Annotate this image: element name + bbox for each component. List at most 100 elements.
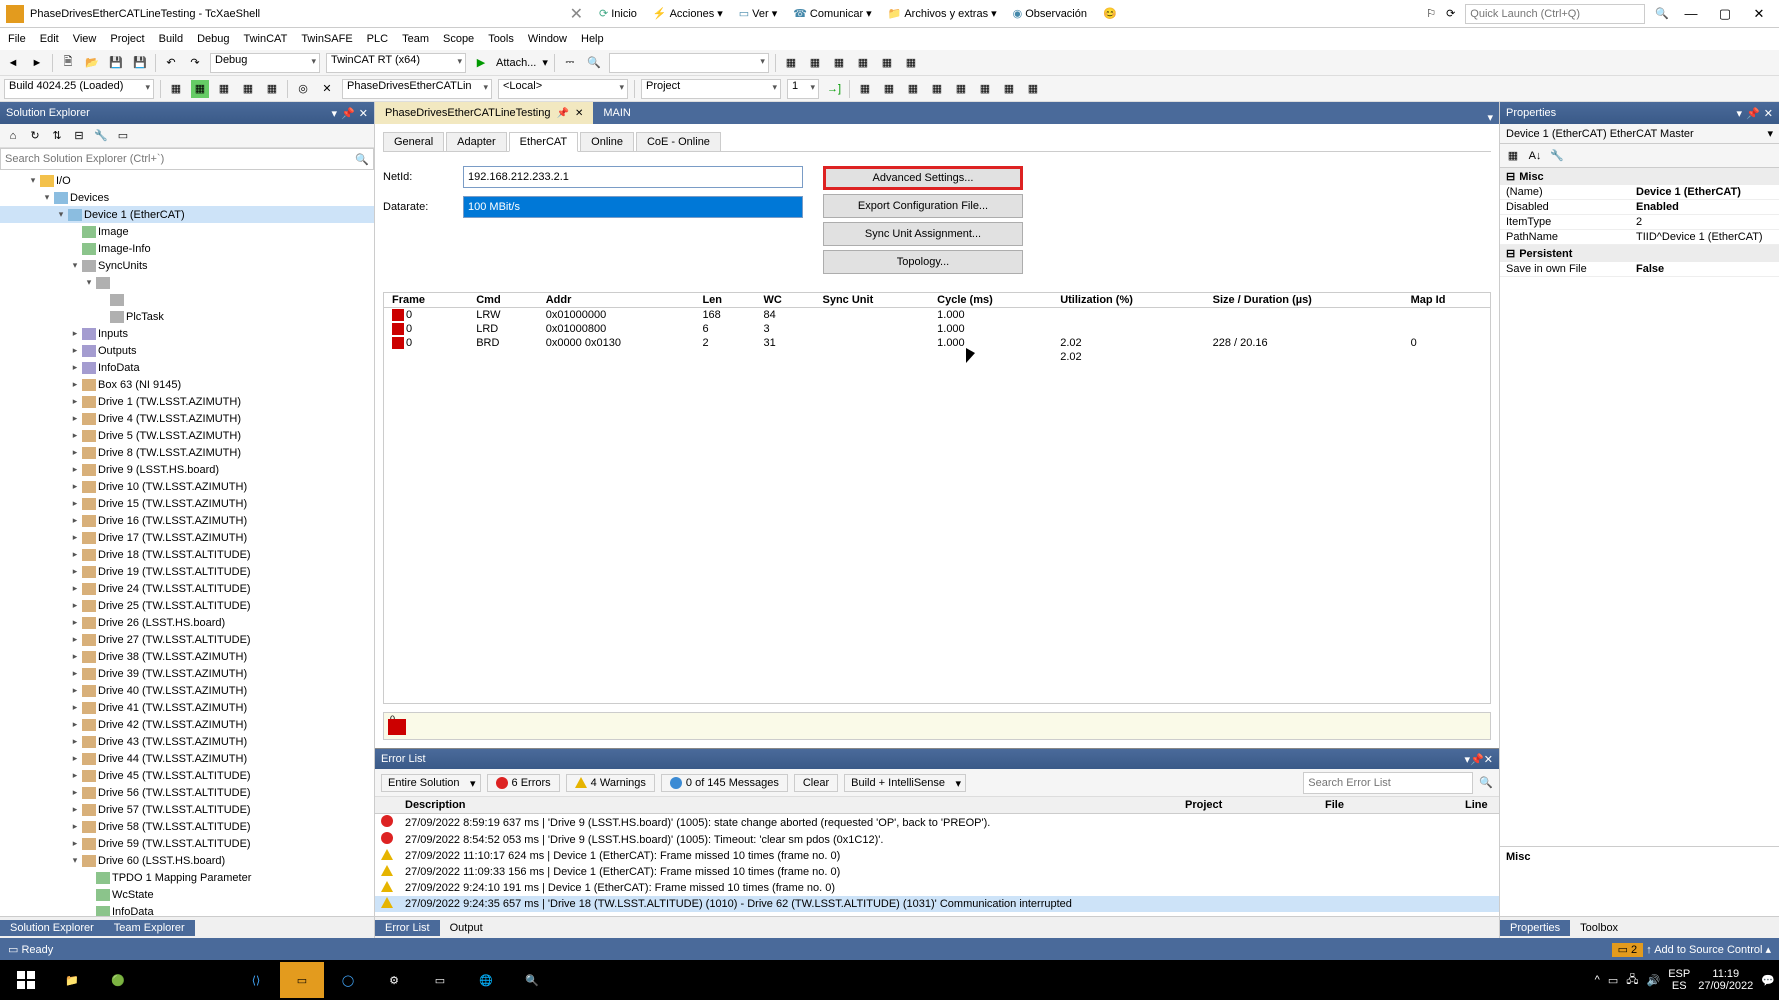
- sync-unit-button[interactable]: Sync Unit Assignment...: [823, 222, 1023, 246]
- step-c[interactable]: ▦: [904, 80, 922, 98]
- tree-node[interactable]: ▸Drive 57 (TW.LSST.ALTITUDE): [0, 801, 374, 818]
- menu-help[interactable]: Help: [581, 33, 604, 45]
- twincat-icon[interactable]: ▭: [280, 962, 324, 998]
- tree-node[interactable]: ▾SyncUnits: [0, 257, 374, 274]
- tree-node[interactable]: TPDO 1 Mapping Parameter: [0, 869, 374, 886]
- prop-cat-misc[interactable]: ⊟Misc: [1500, 168, 1779, 185]
- t2-g[interactable]: ✕: [318, 80, 336, 98]
- menu-view[interactable]: View: [73, 33, 97, 45]
- prop-alpha-icon[interactable]: A↓: [1526, 147, 1544, 165]
- se-prop-icon[interactable]: 🔧: [92, 127, 110, 145]
- tree-node[interactable]: ▸Drive 1 (TW.LSST.AZIMUTH): [0, 393, 374, 410]
- tree-node[interactable]: ▸Drive 8 (TW.LSST.AZIMUTH): [0, 444, 374, 461]
- menu-tools[interactable]: Tools: [488, 33, 514, 45]
- tab-phase-drives[interactable]: PhaseDrivesEtherCATLineTesting📌✕: [375, 102, 593, 124]
- errors-pill[interactable]: 6 Errors: [487, 774, 560, 792]
- error-row[interactable]: 27/09/2022 11:09:33 156 ms | Device 1 (E…: [375, 864, 1499, 880]
- error-pin-icon[interactable]: 📌: [1470, 754, 1484, 766]
- acciones-button[interactable]: ⚡Acciones▾: [647, 5, 729, 22]
- table-row[interactable]: 0LRW0x01000000168841.000: [384, 308, 1490, 323]
- tray-battery-icon[interactable]: ▭: [1608, 974, 1618, 987]
- tree-node[interactable]: ▸Drive 26 (LSST.HS.board): [0, 614, 374, 631]
- tab-error-list[interactable]: Error List: [375, 920, 440, 936]
- tree-node[interactable]: ▸Inputs: [0, 325, 374, 342]
- error-row[interactable]: 27/09/2022 9:24:35 657 ms | 'Drive 18 (T…: [375, 896, 1499, 912]
- se-sync-icon[interactable]: ⇅: [48, 127, 66, 145]
- tab-general[interactable]: General: [383, 132, 444, 151]
- tree-node[interactable]: ▸Drive 42 (TW.LSST.AZIMUTH): [0, 716, 374, 733]
- se-show-icon[interactable]: ▭: [114, 127, 132, 145]
- ver-button[interactable]: ▭Ver▾: [733, 5, 783, 22]
- tab-properties[interactable]: Properties: [1500, 920, 1570, 936]
- t2-a[interactable]: ▦: [167, 80, 185, 98]
- warnings-pill[interactable]: 4 Warnings: [566, 774, 655, 792]
- scope-combo[interactable]: Project: [641, 79, 781, 99]
- find-combo[interactable]: [609, 53, 769, 73]
- tray-network-icon[interactable]: 🖧: [1626, 971, 1638, 990]
- tb-c[interactable]: ▦: [830, 54, 848, 72]
- tab-output[interactable]: Output: [440, 920, 493, 936]
- tree-node[interactable]: ▸Drive 25 (TW.LSST.ALTITUDE): [0, 597, 374, 614]
- panel-close-icon[interactable]: ✕: [359, 107, 368, 120]
- panel-pin-icon[interactable]: 📌: [341, 107, 355, 120]
- start-button[interactable]: [4, 962, 48, 998]
- tree-node[interactable]: ▸Drive 27 (TW.LSST.ALTITUDE): [0, 631, 374, 648]
- prop-pages-icon[interactable]: 🔧: [1548, 147, 1566, 165]
- datarate-input[interactable]: [463, 196, 803, 218]
- tree-node[interactable]: ▸Drive 17 (TW.LSST.AZIMUTH): [0, 529, 374, 546]
- menu-twinsafe[interactable]: TwinSAFE: [301, 33, 352, 45]
- step-d[interactable]: ▦: [928, 80, 946, 98]
- t2-d[interactable]: ▦: [239, 80, 257, 98]
- t2-f[interactable]: ◎: [294, 80, 312, 98]
- messages-pill[interactable]: 0 of 145 Messages: [661, 774, 788, 792]
- solution-tree[interactable]: ▾I/O▾Devices▾Device 1 (EtherCAT)ImageIma…: [0, 170, 374, 916]
- t2-c[interactable]: ▦: [215, 80, 233, 98]
- menu-team[interactable]: Team: [402, 33, 429, 45]
- step-e[interactable]: ▦: [952, 80, 970, 98]
- doc-dropdown-icon[interactable]: ▾: [1481, 111, 1499, 124]
- prop-pin-icon[interactable]: 📌: [1746, 107, 1760, 120]
- tree-node[interactable]: InfoData: [0, 903, 374, 916]
- menu-window[interactable]: Window: [528, 33, 567, 45]
- comunicar-button[interactable]: ☎Comunicar▾: [787, 5, 877, 22]
- error-row[interactable]: 27/09/2022 8:54:52 053 ms | 'Drive 9 (LS…: [375, 831, 1499, 848]
- step-a[interactable]: ▦: [856, 80, 874, 98]
- menu-build[interactable]: Build: [159, 33, 183, 45]
- prop-row[interactable]: ItemType2: [1500, 215, 1779, 230]
- prop-cat-persistent[interactable]: ⊟Persistent: [1500, 245, 1779, 262]
- tab-online[interactable]: Online: [580, 132, 634, 151]
- tree-node[interactable]: ▸Drive 44 (TW.LSST.AZIMUTH): [0, 750, 374, 767]
- tree-node[interactable]: ▸Drive 19 (TW.LSST.ALTITUDE): [0, 563, 374, 580]
- saveall-icon[interactable]: 💾: [131, 54, 149, 72]
- tree-node[interactable]: ▸Drive 24 (TW.LSST.ALTITUDE): [0, 580, 374, 597]
- tab-ethercat[interactable]: EtherCAT: [509, 132, 578, 152]
- tree-node[interactable]: ▸Drive 58 (TW.LSST.ALTITUDE): [0, 818, 374, 835]
- tree-node[interactable]: ▸Drive 9 (LSST.HS.board): [0, 461, 374, 478]
- start-icon[interactable]: ▶: [472, 54, 490, 72]
- tray-volume-icon[interactable]: 🔊: [1647, 974, 1661, 987]
- t2-e[interactable]: ▦: [263, 80, 281, 98]
- app-icon-3[interactable]: ◯: [326, 962, 370, 998]
- tree-node[interactable]: ▾I/O: [0, 172, 374, 189]
- table-row[interactable]: 0BRD0x0000 0x01302311.0002.02228 / 20.16…: [384, 336, 1490, 350]
- app-icon-2[interactable]: ◈: [188, 962, 232, 998]
- tree-node[interactable]: ▸Drive 45 (TW.LSST.ALTITUDE): [0, 767, 374, 784]
- menu-edit[interactable]: Edit: [40, 33, 59, 45]
- menu-project[interactable]: Project: [110, 33, 144, 45]
- close-button[interactable]: ✕: [1747, 6, 1771, 22]
- terminal-icon[interactable]: ▭: [418, 962, 462, 998]
- nav-fwd-icon[interactable]: ►: [28, 54, 46, 72]
- tree-node[interactable]: ▾: [0, 274, 374, 291]
- build-intellisense-combo[interactable]: Build + IntelliSense: [844, 774, 966, 792]
- flag-icon[interactable]: ⚐: [1426, 7, 1436, 20]
- quick-launch-input[interactable]: [1465, 4, 1645, 24]
- menu-twincat[interactable]: TwinCAT: [244, 33, 288, 45]
- t2-b[interactable]: ▦: [191, 80, 209, 98]
- netid-input[interactable]: [463, 166, 803, 188]
- tree-node[interactable]: ▸Drive 39 (TW.LSST.AZIMUTH): [0, 665, 374, 682]
- tb-a[interactable]: ▦: [782, 54, 800, 72]
- error-search-icon[interactable]: 🔍: [1479, 776, 1493, 789]
- error-row[interactable]: 27/09/2022 8:59:19 637 ms | 'Drive 9 (LS…: [375, 814, 1499, 832]
- new-project-icon[interactable]: 🗎: [59, 54, 77, 72]
- prop-dropdown-icon[interactable]: ▾: [1737, 107, 1743, 120]
